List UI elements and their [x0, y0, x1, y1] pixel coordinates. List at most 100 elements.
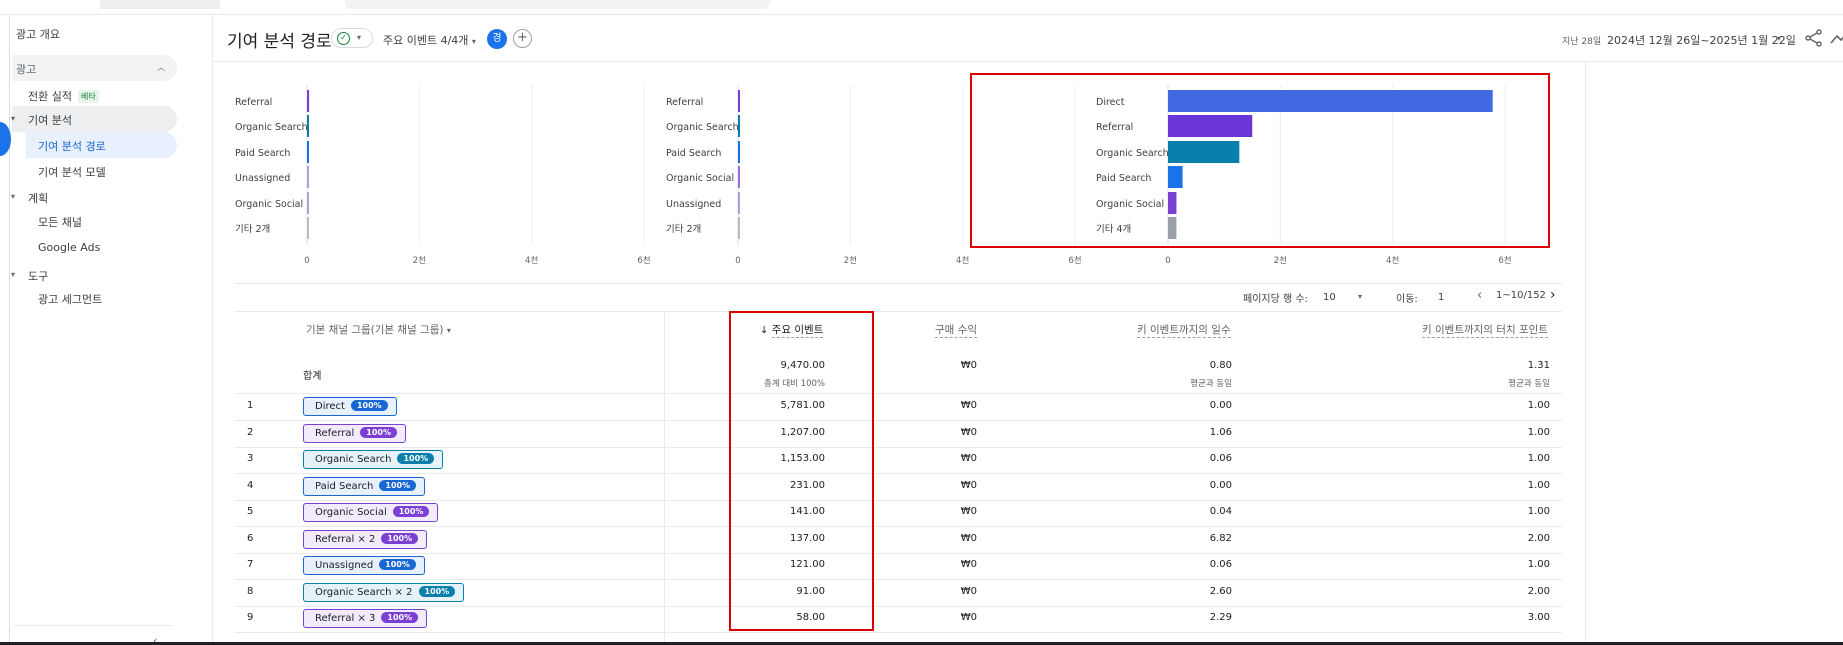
bar[interactable]	[307, 90, 310, 112]
percent-badge: 100%	[397, 453, 435, 464]
nav-planning[interactable]: 계획	[28, 190, 48, 206]
bar[interactable]	[738, 217, 740, 239]
insights-icon[interactable]	[1829, 27, 1843, 49]
percent-badge: 100%	[381, 612, 419, 623]
nav-all-channels[interactable]: 모든 채널	[38, 214, 82, 230]
chevron-down-icon: ▾	[357, 33, 362, 42]
bar[interactable]	[307, 115, 309, 137]
cell-touchpoints: 2.00	[1527, 533, 1550, 544]
bar[interactable]	[307, 141, 309, 163]
cell-touchpoints: 1.00	[1527, 400, 1550, 411]
chevron-down-icon[interactable]: ▾	[1777, 34, 1781, 43]
axis-tick-label: 4천	[1386, 255, 1399, 266]
category-label: Organic Search	[235, 122, 308, 133]
date-range-picker[interactable]: 2024년 12월 26일~2025년 1월 22일	[1607, 32, 1796, 48]
col-header-days[interactable]: 키 이벤트까지의 일수	[1137, 322, 1231, 338]
channel-chip[interactable]: Organic Search × 2 100%	[303, 583, 465, 602]
axis-tick-label: 0	[735, 256, 740, 266]
bar[interactable]	[738, 115, 740, 137]
cell-revenue: ₩0	[960, 612, 977, 623]
table-top-border	[235, 311, 1562, 312]
category-label: Unassigned	[666, 199, 721, 210]
nav-conversions[interactable]: 전환 실적 베타	[28, 88, 99, 104]
channel-label: Paid Search	[315, 481, 374, 492]
nav-attribution[interactable]: 기여 분석	[28, 112, 72, 128]
expand-caret-icon[interactable]: ▾	[11, 270, 15, 279]
channel-chip[interactable]: Organic Social 100%	[303, 503, 439, 522]
row-divider	[235, 606, 1562, 607]
status-chip[interactable]: ✓ ▾	[331, 28, 373, 48]
cell-touchpoints: 3.00	[1527, 612, 1550, 623]
bar[interactable]	[307, 166, 309, 188]
channel-label: Direct	[315, 401, 345, 412]
channel-chip[interactable]: Paid Search 100%	[303, 477, 426, 496]
nav-google-ads[interactable]: Google Ads	[38, 241, 100, 254]
category-label: 기타 2개	[235, 224, 270, 235]
channel-chip[interactable]: Referral × 2 100%	[303, 530, 428, 549]
col-header-revenue[interactable]: 구매 수익	[935, 322, 977, 338]
cell-days: 2.60	[1209, 586, 1232, 597]
row-divider	[235, 526, 1562, 527]
cell-touchpoints: 2.00	[1527, 586, 1550, 597]
cell-days: 1.06	[1209, 427, 1232, 438]
expand-caret-icon[interactable]: ▾	[11, 192, 15, 201]
bar[interactable]	[307, 217, 309, 239]
bar[interactable]	[738, 141, 740, 163]
cell-revenue: ₩0	[960, 400, 977, 411]
row-number: 2	[247, 427, 254, 438]
channel-label: Referral × 2	[315, 534, 376, 545]
bar[interactable]	[738, 166, 740, 188]
nav-section-ads-label: 광고	[16, 63, 37, 76]
share-icon[interactable]	[1803, 27, 1825, 49]
nav-ad-overview[interactable]: 광고 개요	[16, 26, 60, 42]
percent-badge: 100%	[379, 480, 417, 491]
user-avatar[interactable]: 경	[487, 29, 507, 49]
row-divider	[235, 393, 1562, 394]
nav-attribution-paths[interactable]: 기여 분석 경로	[38, 138, 106, 154]
dimension-header[interactable]: 기본 채널 그룹(기본 채널 그룹) ▾	[306, 322, 451, 337]
key-events-label: 주요 이벤트 4/4개	[383, 34, 469, 47]
expand-caret-icon[interactable]: ▾	[11, 114, 15, 123]
col-header-touchpoints[interactable]: 키 이벤트까지의 터치 포인트	[1422, 322, 1548, 338]
cell-revenue: ₩0	[960, 586, 977, 597]
cell-revenue: ₩0	[960, 480, 977, 491]
cell-touchpoints: 1.00	[1527, 559, 1550, 570]
nav-ad-segments[interactable]: 광고 세그먼트	[38, 291, 102, 307]
key-events-dropdown[interactable]: 주요 이벤트 4/4개 ▾	[383, 32, 476, 48]
cell-days: 0.04	[1209, 506, 1232, 517]
goto-page-input[interactable]: 1	[1438, 292, 1444, 303]
add-comparison-button[interactable]: +	[513, 29, 532, 48]
channel-label: Referral	[315, 428, 355, 439]
collapse-icon[interactable]: ︿	[157, 62, 165, 73]
cell-touchpoints: 1.00	[1527, 480, 1550, 491]
chevron-down-icon[interactable]: ▾	[1358, 292, 1362, 301]
bar[interactable]	[307, 192, 309, 214]
channel-chip[interactable]: Organic Search 100%	[303, 450, 444, 469]
cell-touchpoints: 1.00	[1527, 427, 1550, 438]
rows-per-page-select[interactable]: 10	[1323, 292, 1336, 303]
channel-label: Organic Search	[315, 454, 392, 465]
nav-tools[interactable]: 도구	[28, 268, 48, 284]
bar[interactable]	[738, 90, 740, 112]
channel-chip[interactable]: Unassigned 100%	[303, 556, 425, 575]
axis-tick-label: 2천	[1274, 255, 1287, 266]
channel-chip[interactable]: Referral × 3 100%	[303, 609, 428, 628]
channel-chip[interactable]: Direct 100%	[303, 397, 397, 416]
total-label: 합계	[303, 371, 322, 382]
nav-section-ads[interactable]	[12, 55, 177, 81]
channel-chip[interactable]: Referral 100%	[303, 424, 406, 443]
bar[interactable]	[738, 192, 740, 214]
dimension-header-label: 기본 채널 그룹(기본 채널 그룹)	[306, 324, 444, 336]
chevron-right-icon[interactable]: ›	[1550, 287, 1556, 303]
row-divider	[235, 447, 1562, 448]
axis-tick-label: 6천	[1498, 255, 1511, 266]
percent-badge: 100%	[379, 559, 416, 570]
check-circle-icon: ✓	[337, 32, 350, 45]
chevron-left-icon[interactable]: ‹	[1477, 288, 1482, 303]
date-range-label: 지난 28일	[1562, 37, 1602, 47]
row-number: 5	[247, 506, 254, 517]
chevron-down-icon: ▾	[446, 326, 451, 335]
percent-badge: 100%	[350, 400, 388, 411]
total-touchpoints: 1.31	[1527, 360, 1550, 371]
nav-attribution-models[interactable]: 기여 분석 모델	[38, 164, 106, 180]
